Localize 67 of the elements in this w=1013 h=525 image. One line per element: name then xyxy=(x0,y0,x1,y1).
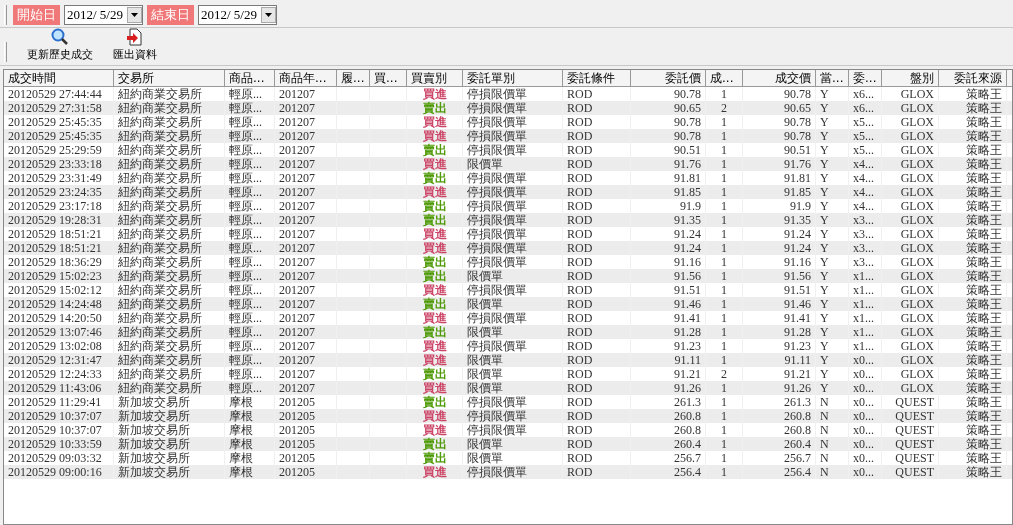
column-header[interactable]: 成... xyxy=(706,70,743,86)
side-cell: 賣出 xyxy=(422,451,447,465)
source-cell: 策略王 xyxy=(939,465,1007,479)
column-header[interactable]: 委... xyxy=(849,70,882,86)
column-header[interactable]: 買... xyxy=(370,70,407,86)
side-cell: 買進 xyxy=(422,227,447,241)
side-cell: 買進 xyxy=(422,185,447,199)
column-header[interactable]: 委託單別 xyxy=(463,70,563,86)
time-cell: 20120529 09:00:16 xyxy=(4,465,114,479)
side-cell: 買進 xyxy=(422,311,447,325)
column-header[interactable]: 盤別 xyxy=(882,70,939,86)
side-cell: 賣出 xyxy=(422,395,447,409)
column-header[interactable]: 交易所 xyxy=(114,70,225,86)
product-cell: 摩根 xyxy=(225,465,275,479)
side-cell: 買進 xyxy=(422,283,447,297)
end-date-label: 結束日 xyxy=(147,4,194,25)
column-header[interactable]: 委託價 xyxy=(631,70,706,86)
side-cell: 賣出 xyxy=(422,143,447,157)
side-cell: 賣出 xyxy=(422,437,447,451)
condition-cell: ROD xyxy=(563,465,631,479)
side-cell: 買進 xyxy=(422,339,447,353)
side-cell: 買進 xyxy=(422,423,447,437)
side-cell: 賣出 xyxy=(422,255,447,269)
side-cell: 買進 xyxy=(422,129,447,143)
column-header[interactable]: 買賣別 xyxy=(407,70,463,86)
month-cell: 201205 xyxy=(275,465,337,479)
side-cell: 賣出 xyxy=(422,171,447,185)
quantity-cell: 1 xyxy=(706,465,743,479)
side-cell: 賣出 xyxy=(422,269,447,283)
side-cell: 賣出 xyxy=(422,101,447,115)
side-cell: 賣出 xyxy=(422,199,447,213)
search-icon xyxy=(51,28,69,46)
side-cell: 買進 xyxy=(422,87,447,101)
side-cell: 買進 xyxy=(422,157,447,171)
export-document-icon xyxy=(126,28,144,46)
flag-cell: N xyxy=(816,465,849,479)
dropdown-arrow-icon xyxy=(264,12,272,17)
side-cell: 賣出 xyxy=(422,297,447,311)
side-cell: 買進 xyxy=(422,115,447,129)
column-header[interactable]: 委託來源 xyxy=(939,70,1007,86)
side-cell: 賣出 xyxy=(422,325,447,339)
start-date-label: 開始日 xyxy=(13,4,60,25)
column-header[interactable]: 當... xyxy=(816,70,849,86)
order-type-cell: 停損限價單 xyxy=(463,465,563,479)
column-header[interactable]: 商品年... xyxy=(275,70,337,86)
price-cell: 256.4 xyxy=(743,465,816,479)
side-cell: 買進 xyxy=(422,465,447,479)
exchange-cell: 新加坡交易所 xyxy=(114,465,225,479)
side-cell: 賣出 xyxy=(422,367,447,381)
toolbar-button[interactable]: 更新歷史成交 xyxy=(25,28,95,62)
order-number-cell: x0... xyxy=(849,465,882,479)
column-header[interactable]: 成交時間 xyxy=(4,70,114,86)
end-date-field[interactable]: 2012/ 5/29 xyxy=(198,4,277,25)
column-header[interactable]: 成交價 xyxy=(743,70,816,86)
side-cell: 買進 xyxy=(422,241,447,255)
side-cell: 買進 xyxy=(422,353,447,367)
column-header[interactable]: 商品... xyxy=(225,70,275,86)
dropdown-arrow-icon xyxy=(131,12,138,17)
start-date-field[interactable]: 2012/ 5/29 xyxy=(64,4,143,25)
side-cell: 買進 xyxy=(422,409,447,423)
session-cell: QUEST xyxy=(882,465,939,479)
order-price-cell: 256.4 xyxy=(631,465,706,479)
column-header[interactable]: 委託條件 xyxy=(563,70,631,86)
side-cell: 買進 xyxy=(422,381,447,395)
side-cell: 賣出 xyxy=(422,213,447,227)
column-header[interactable]: 履... xyxy=(337,70,370,86)
toolbar-button[interactable]: 匯出資料 xyxy=(111,28,159,62)
